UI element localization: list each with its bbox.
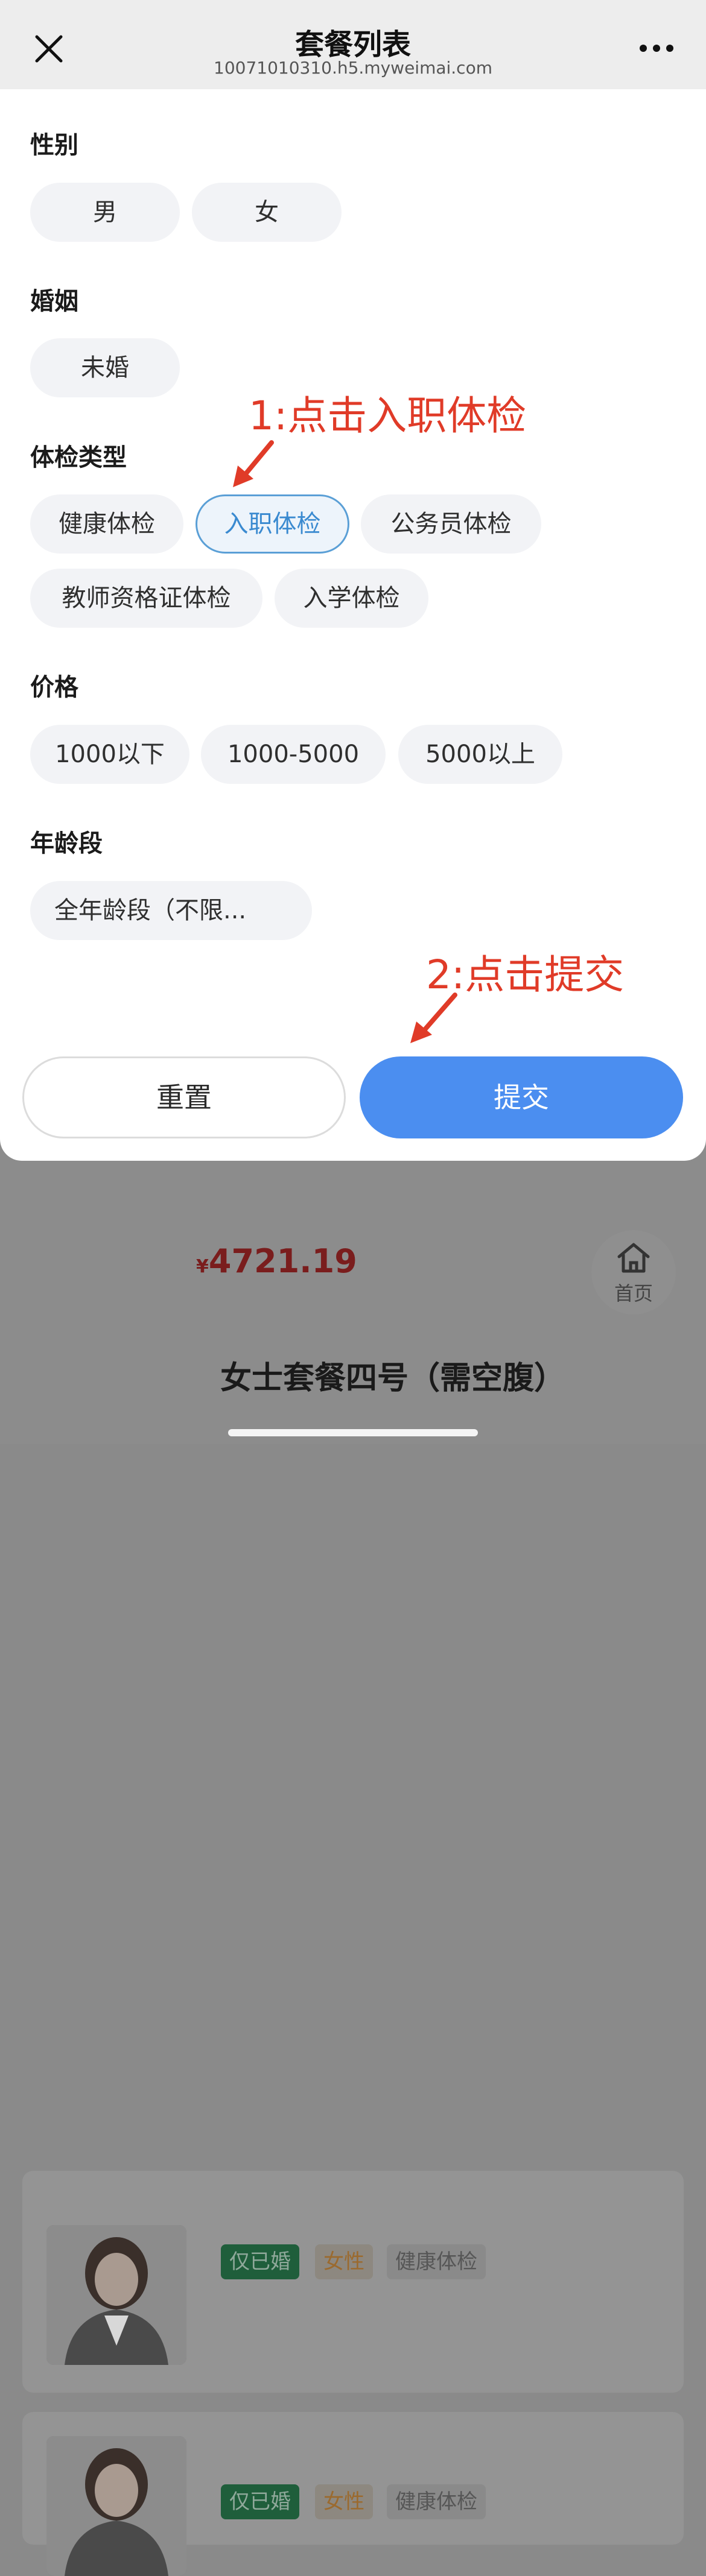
chip-health-exam[interactable]: 健康体检 xyxy=(30,494,183,554)
chip-price-1000-5000[interactable]: 1000-5000 xyxy=(201,725,386,784)
chip-age-all[interactable]: 全年龄段（不限... xyxy=(30,881,312,940)
package-title: 女士套餐四号（需空腹） xyxy=(220,1360,566,1397)
tag-exam-type: 健康体检 xyxy=(387,2484,486,2519)
submit-button[interactable]: 提交 xyxy=(360,1056,683,1138)
annotation-arrow-icon xyxy=(410,993,457,1043)
chip-price-over-5000[interactable]: 5000以上 xyxy=(398,725,562,784)
home-label: 首页 xyxy=(614,1282,653,1305)
page-url: 10071010310.h5.myweimai.com xyxy=(214,58,492,78)
tag-married-only: 仅已婚 xyxy=(221,2484,299,2519)
home-icon xyxy=(617,1243,650,1273)
chip-unmarried[interactable]: 未婚 xyxy=(30,338,180,397)
marriage-label: 婚姻 xyxy=(30,288,78,315)
age-label: 年龄段 xyxy=(30,830,103,857)
home-button[interactable]: 首页 xyxy=(591,1230,676,1315)
package-card[interactable]: 仅已婚 女性 健康体检 xyxy=(22,2412,684,2576)
exam-type-label: 体检类型 xyxy=(30,444,127,472)
chip-employment-exam-selected[interactable]: 入职体检 xyxy=(196,494,349,554)
chip-gender-female[interactable]: 女 xyxy=(192,183,342,242)
package-thumbnail xyxy=(46,2436,186,2576)
price-label: 价格 xyxy=(30,674,78,701)
annotation-arrow-icon xyxy=(233,440,274,487)
chip-price-under-1000[interactable]: 1000以下 xyxy=(30,725,189,784)
more-options-icon[interactable] xyxy=(638,43,675,53)
chip-school-entry-exam[interactable]: 入学体检 xyxy=(275,569,428,628)
reset-button[interactable]: 重置 xyxy=(22,1056,346,1138)
chip-gender-male[interactable]: 男 xyxy=(30,183,180,242)
woman-photo-image xyxy=(46,2436,186,2576)
tag-exam-type: 健康体检 xyxy=(387,2244,486,2279)
page-title: 套餐列表 xyxy=(294,28,411,62)
annotation-step1: 1:点击入职体检 xyxy=(249,393,527,439)
woman-photo-image xyxy=(46,2225,186,2365)
chip-teacher-certificate-exam[interactable]: 教师资格证体检 xyxy=(30,569,262,628)
gender-label: 性别 xyxy=(30,131,78,159)
chip-civil-servant-exam[interactable]: 公务员体检 xyxy=(361,494,541,554)
tag-female: 女性 xyxy=(315,2484,373,2519)
filter-sheet: 套餐列表 10071010310.h5.myweimai.com 性别 男 女 … xyxy=(0,0,706,1161)
home-indicator[interactable] xyxy=(228,1429,478,1436)
tag-married-only: 仅已婚 xyxy=(221,2244,299,2279)
package-card[interactable]: 仅已婚 女性 健康体检 xyxy=(22,2171,684,2393)
tag-female: 女性 xyxy=(315,2244,373,2279)
top-bar: 套餐列表 10071010310.h5.myweimai.com xyxy=(0,0,706,89)
package-thumbnail xyxy=(46,2225,186,2365)
package-price: ¥4721.19 xyxy=(196,1242,357,1280)
